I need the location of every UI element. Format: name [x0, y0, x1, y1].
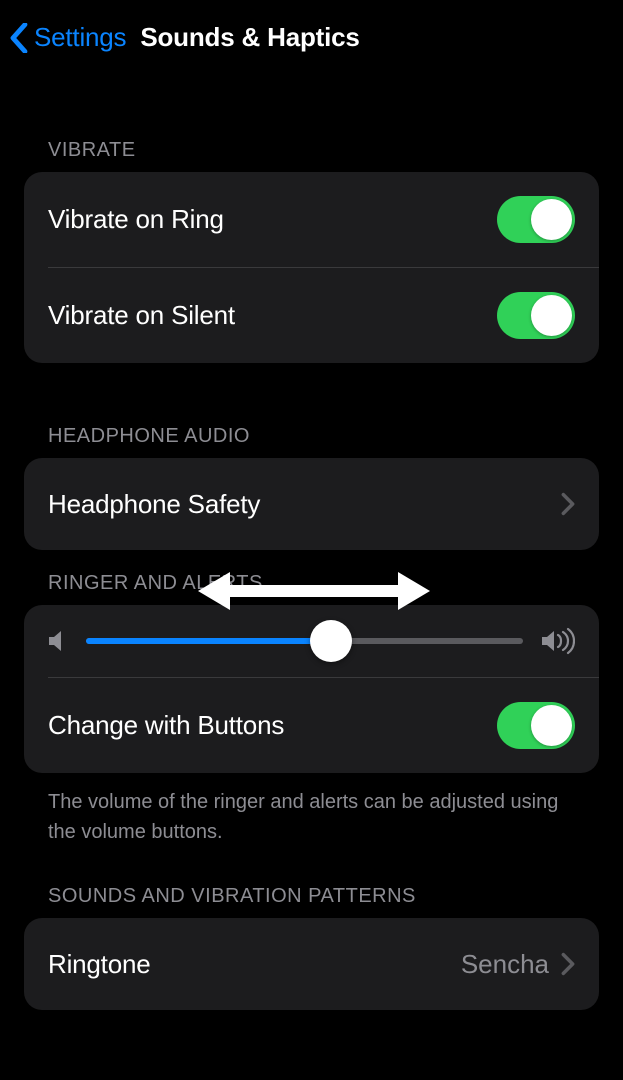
navbar: Settings Sounds & Haptics: [0, 0, 623, 75]
group-headphone: Headphone Safety: [24, 458, 599, 550]
slider-thumb[interactable]: [310, 620, 352, 662]
ringtone-value: Sencha: [461, 949, 549, 980]
volume-low-icon: [48, 628, 68, 654]
section-header-headphone: HEADPHONE AUDIO: [0, 425, 623, 458]
back-label: Settings: [34, 22, 126, 53]
group-ringer: Change with Buttons: [24, 605, 599, 773]
row-value: Sencha: [461, 949, 575, 980]
row-change-with-buttons[interactable]: Change with Buttons: [24, 678, 599, 773]
section-header-vibrate: VIBRATE: [0, 139, 623, 172]
row-label: Vibrate on Silent: [48, 300, 235, 331]
toggle-vibrate-ring[interactable]: [497, 196, 575, 243]
row-headphone-safety[interactable]: Headphone Safety: [24, 458, 599, 550]
back-button[interactable]: Settings: [8, 22, 126, 53]
chevron-right-icon: [561, 491, 575, 517]
row-label: Headphone Safety: [48, 489, 260, 520]
section-header-sounds: SOUNDS AND VIBRATION PATTERNS: [0, 885, 623, 918]
row-vibrate-ring[interactable]: Vibrate on Ring: [24, 172, 599, 267]
row-ringtone[interactable]: Ringtone Sencha: [24, 918, 599, 1010]
row-label: Change with Buttons: [48, 710, 284, 741]
section-footer-ringer: The volume of the ringer and alerts can …: [0, 773, 623, 847]
row-volume-slider: [24, 605, 599, 677]
row-vibrate-silent[interactable]: Vibrate on Silent: [24, 268, 599, 363]
section-header-ringer: RINGER AND ALERTS: [0, 572, 623, 605]
toggle-vibrate-silent[interactable]: [497, 292, 575, 339]
volume-slider[interactable]: [86, 638, 523, 644]
slider-fill: [86, 638, 331, 644]
chevron-right-icon: [561, 951, 575, 977]
row-label: Ringtone: [48, 949, 150, 980]
chevron-left-icon: [8, 23, 30, 53]
toggle-change-with-buttons[interactable]: [497, 702, 575, 749]
volume-high-icon: [541, 627, 575, 655]
row-label: Vibrate on Ring: [48, 204, 224, 235]
group-vibrate: Vibrate on Ring Vibrate on Silent: [24, 172, 599, 363]
page-title: Sounds & Haptics: [140, 22, 359, 53]
group-sounds: Ringtone Sencha: [24, 918, 599, 1010]
